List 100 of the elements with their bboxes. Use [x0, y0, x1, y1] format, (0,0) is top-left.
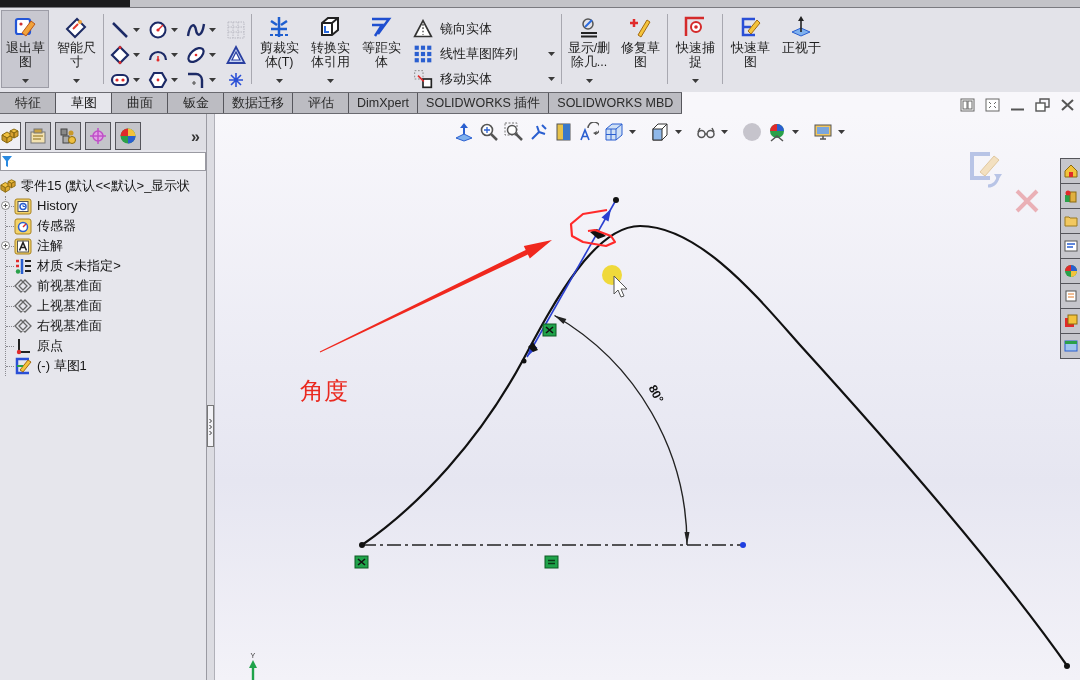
caret-icon[interactable]	[629, 130, 636, 134]
offset-entities-button[interactable]: 等距实体	[357, 10, 405, 88]
relations-button[interactable]: 显示/删除几...	[565, 10, 613, 88]
filter-field[interactable]	[0, 152, 206, 171]
caret-icon[interactable]	[792, 130, 799, 134]
angle-dimension[interactable]	[553, 314, 690, 546]
exit-sketch-button[interactable]: 退出草图	[1, 10, 49, 88]
tree-item[interactable]: 上视基准面	[14, 296, 102, 316]
view-cube-icon[interactable]	[604, 122, 624, 142]
minimize-icon[interactable]	[1010, 108, 1025, 111]
move-entities-button[interactable]: 移动实体	[412, 66, 558, 91]
command-tab[interactable]: DimXpert	[349, 93, 419, 113]
convert-entities-button[interactable]: 转换实体引用	[306, 10, 354, 88]
line-icon[interactable]	[110, 19, 130, 40]
endpoint-dot[interactable]	[359, 542, 365, 548]
trim-entities-button[interactable]: 剪裁实体(T)	[255, 10, 303, 88]
task-pane-tab[interactable]	[1060, 283, 1080, 309]
caret-icon[interactable]	[209, 27, 216, 32]
normal-to-button[interactable]: 正视于	[777, 10, 825, 88]
caret-icon[interactable]	[838, 130, 845, 134]
command-tab[interactable]: SOLIDWORKS 插件	[418, 93, 550, 113]
caret-icon[interactable]	[171, 27, 178, 32]
caret-icon[interactable]	[133, 52, 140, 57]
sketch-pencil-icon	[13, 15, 37, 39]
monitor-icon[interactable]	[813, 122, 833, 142]
endpoint-dot[interactable]	[613, 197, 619, 203]
zoom-icon[interactable]	[479, 122, 499, 142]
triangle-icon[interactable]	[226, 44, 246, 65]
horizontal-relation-icon[interactable]	[544, 555, 559, 569]
tree-item[interactable]: History	[14, 196, 78, 216]
handle-marker-icon[interactable]	[590, 229, 606, 239]
sphere-segments-icon	[119, 127, 137, 145]
caret-icon[interactable]	[171, 77, 178, 82]
panel-tab[interactable]	[25, 122, 51, 150]
command-tab[interactable]: 评估	[293, 93, 349, 113]
tree-item[interactable]: 注解	[14, 236, 63, 256]
command-tab[interactable]: SOLIDWORKS MBD	[549, 93, 683, 113]
task-pane-tab[interactable]	[1060, 333, 1080, 359]
plane-arrow-icon[interactable]	[454, 122, 474, 142]
close-icon[interactable]	[1060, 98, 1075, 112]
task-pane-tab[interactable]	[1060, 233, 1080, 259]
command-tab[interactable]: 曲面	[112, 93, 168, 113]
fixed-relation-icon[interactable]	[354, 555, 369, 569]
expand-panel-button[interactable]: »	[191, 129, 200, 145]
task-pane-tab[interactable]	[1060, 158, 1080, 184]
command-tab[interactable]: 草图	[56, 93, 112, 113]
rapid-sketch-button[interactable]: 快速草图	[726, 10, 774, 88]
tree-item[interactable]: (-) 草图1	[14, 356, 87, 376]
hexagon-icon[interactable]	[148, 69, 168, 90]
endpoint-dot[interactable]	[740, 542, 746, 548]
tree-item[interactable]: 传感器	[14, 216, 76, 236]
branch-arrows-icon[interactable]	[529, 122, 549, 142]
tree-item[interactable]: 材质 <未指定>	[14, 256, 121, 276]
expand-icon[interactable]	[1, 241, 10, 250]
globe-scene-icon[interactable]	[767, 122, 787, 142]
panel-tab[interactable]	[115, 122, 141, 150]
tree-item[interactable]: 零件15 (默认<<默认>_显示状	[0, 176, 206, 196]
quick-snaps-button[interactable]: 快速捕捉	[671, 10, 719, 88]
endpoint-dot[interactable]	[521, 358, 527, 364]
task-pane-tab[interactable]	[1060, 208, 1080, 234]
fixed-relation-icon[interactable]	[542, 323, 557, 337]
caret-icon[interactable]	[209, 77, 216, 82]
tree-item[interactable]: 原点	[14, 336, 63, 356]
caret-icon[interactable]	[209, 52, 216, 57]
funnel-icon[interactable]	[2, 156, 12, 167]
repair-sketch-button[interactable]: 修复草图	[616, 10, 664, 88]
caret-icon[interactable]	[171, 52, 178, 57]
task-pane-tab[interactable]	[1060, 308, 1080, 334]
panel-tab[interactable]	[85, 122, 111, 150]
restore-icon[interactable]	[1035, 98, 1050, 112]
caret-icon[interactable]	[133, 27, 140, 32]
linear-pattern-button[interactable]: 线性草图阵列	[412, 41, 558, 66]
caret-icon[interactable]	[675, 130, 682, 134]
ellipse-icon[interactable]	[186, 44, 206, 65]
shaded-cube-icon[interactable]	[650, 122, 670, 142]
task-pane-tab[interactable]	[1060, 183, 1080, 209]
section-box-icon[interactable]	[554, 122, 574, 142]
splitter-handle-icon[interactable]	[207, 405, 214, 447]
expand-icon[interactable]	[1, 201, 10, 210]
mirror-entities-button[interactable]: 镜向实体	[412, 16, 558, 41]
tree-item[interactable]: 右视基准面	[14, 316, 102, 336]
panel-tab[interactable]	[0, 122, 21, 150]
smart-dimension-button[interactable]: 智能尺寸	[52, 10, 100, 88]
split-view-icon[interactable]	[985, 98, 1000, 112]
panel-tab[interactable]	[55, 122, 81, 150]
command-tab[interactable]: 特征	[0, 93, 56, 113]
task-pane-tab[interactable]	[1060, 258, 1080, 284]
caret-icon[interactable]	[133, 77, 140, 82]
caret-icon[interactable]	[721, 130, 728, 134]
tile-view-icon[interactable]	[960, 98, 975, 112]
letter-arrow-icon[interactable]	[579, 122, 599, 142]
dimension-value[interactable]: 80°	[645, 382, 667, 406]
clipboard-icon	[29, 127, 47, 145]
endpoint-dot[interactable]	[1064, 663, 1070, 669]
tree-item[interactable]: 前视基准面	[14, 276, 102, 296]
circle-icon[interactable]	[148, 19, 168, 40]
command-tab[interactable]: 数据迁移	[224, 93, 293, 113]
handle-marker-icon[interactable]	[528, 342, 538, 352]
zoom-area-icon[interactable]	[504, 122, 524, 142]
command-tab[interactable]: 钣金	[168, 93, 224, 113]
